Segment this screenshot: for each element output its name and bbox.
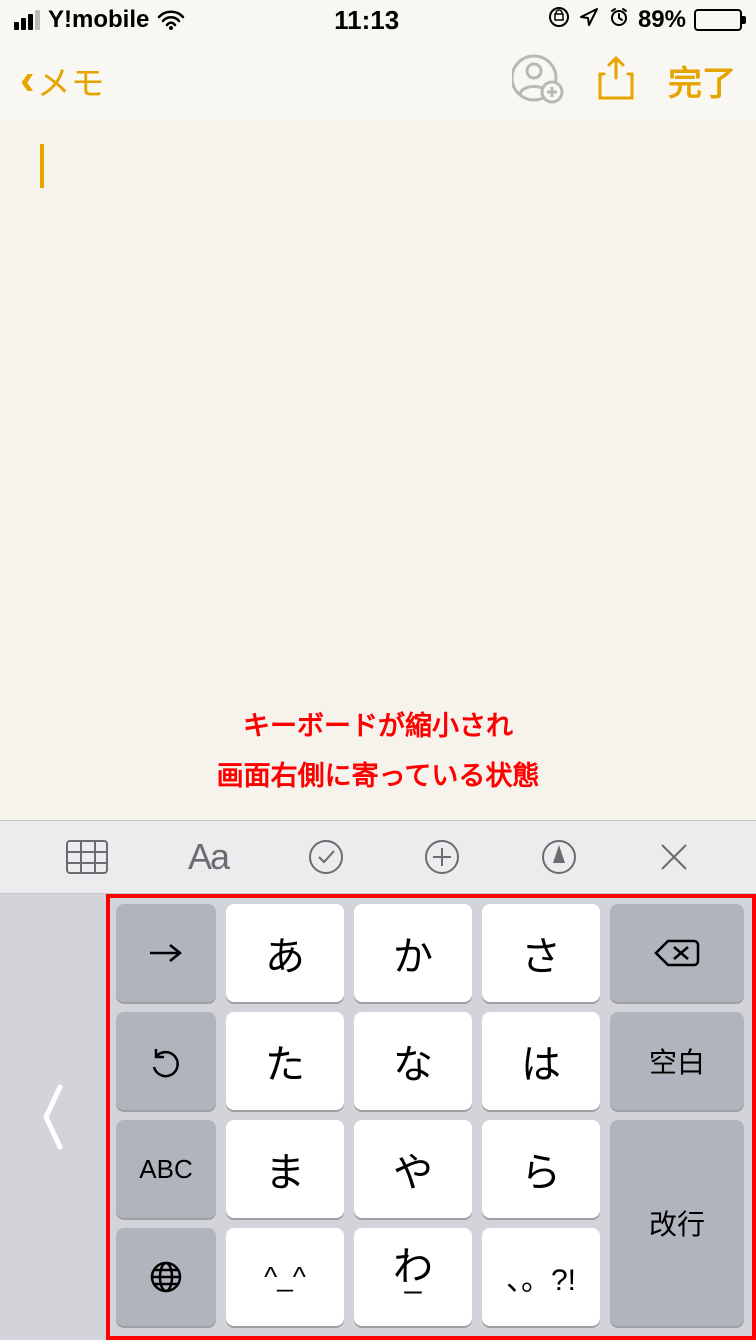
status-left: Y!mobile <box>14 6 185 34</box>
kana-wa-key[interactable]: わ ー <box>354 1228 472 1326</box>
cell-signal-icon <box>14 10 40 30</box>
close-toolbar-button[interactable] <box>657 840 691 874</box>
annotation-overlay: キーボードが縮小され 画面右側に寄っている状態 <box>0 702 756 802</box>
format-button[interactable]: Aa <box>188 836 228 878</box>
battery-percent: 89% <box>638 6 686 34</box>
add-button[interactable] <box>423 838 461 876</box>
annotation-line-1: キーボードが縮小され <box>0 702 756 752</box>
note-editor[interactable]: キーボードが縮小され 画面右側に寄っている状態 <box>0 120 756 820</box>
emoticon-key[interactable]: ^_^ <box>226 1228 344 1326</box>
markup-button[interactable] <box>540 838 578 876</box>
text-cursor <box>40 144 44 188</box>
kana-ha-key[interactable]: は <box>482 1012 600 1110</box>
wifi-icon <box>157 9 185 31</box>
share-button[interactable] <box>596 56 636 105</box>
keyboard-region: あ か さ た な は 空白 ABC ま や ら 改行 ^_^ <box>0 894 756 1340</box>
keyboard-expand-handle[interactable] <box>0 894 106 1340</box>
kana-ra-key[interactable]: ら <box>482 1120 600 1218</box>
chevron-left-icon: ‹ <box>20 58 35 102</box>
keyboard: あ か さ た な は 空白 ABC ま や ら 改行 ^_^ <box>106 894 756 1340</box>
globe-key[interactable] <box>116 1228 216 1326</box>
kana-ta-key[interactable]: た <box>226 1012 344 1110</box>
return-key[interactable]: 改行 <box>610 1120 744 1326</box>
punctuation-key[interactable]: 、。?! <box>482 1228 600 1326</box>
location-icon <box>578 6 600 35</box>
kana-ka-key[interactable]: か <box>354 904 472 1002</box>
nav-bar: ‹ メモ 完了 <box>0 40 756 120</box>
space-key[interactable]: 空白 <box>610 1012 744 1110</box>
next-candidate-key[interactable] <box>116 904 216 1002</box>
keyboard-toolbar: Aa <box>0 820 756 894</box>
carrier-label: Y!mobile <box>48 6 149 34</box>
table-button[interactable] <box>65 839 109 875</box>
annotation-line-2: 画面右側に寄っている状態 <box>0 752 756 802</box>
kana-ma-key[interactable]: ま <box>226 1120 344 1218</box>
kana-wa-label: わ <box>393 1251 433 1283</box>
status-bar: Y!mobile 11:13 89% <box>0 0 756 40</box>
kana-sa-key[interactable]: さ <box>482 904 600 1002</box>
kana-wa-sub: ー <box>402 1285 424 1303</box>
add-person-button[interactable] <box>512 52 564 109</box>
orientation-lock-icon <box>548 6 570 35</box>
done-button[interactable]: 完了 <box>668 56 736 105</box>
checklist-button[interactable] <box>307 838 345 876</box>
alarm-icon <box>608 6 630 35</box>
kana-na-key[interactable]: な <box>354 1012 472 1110</box>
back-button[interactable]: ‹ メモ <box>20 56 105 105</box>
battery-icon <box>694 9 742 31</box>
status-time: 11:13 <box>334 5 399 36</box>
backspace-key[interactable] <box>610 904 744 1002</box>
status-right: 89% <box>548 6 742 35</box>
back-label: メモ <box>37 56 105 105</box>
kana-a-key[interactable]: あ <box>226 904 344 1002</box>
kana-ya-key[interactable]: や <box>354 1120 472 1218</box>
undo-key[interactable] <box>116 1012 216 1110</box>
abc-mode-key[interactable]: ABC <box>116 1120 216 1218</box>
